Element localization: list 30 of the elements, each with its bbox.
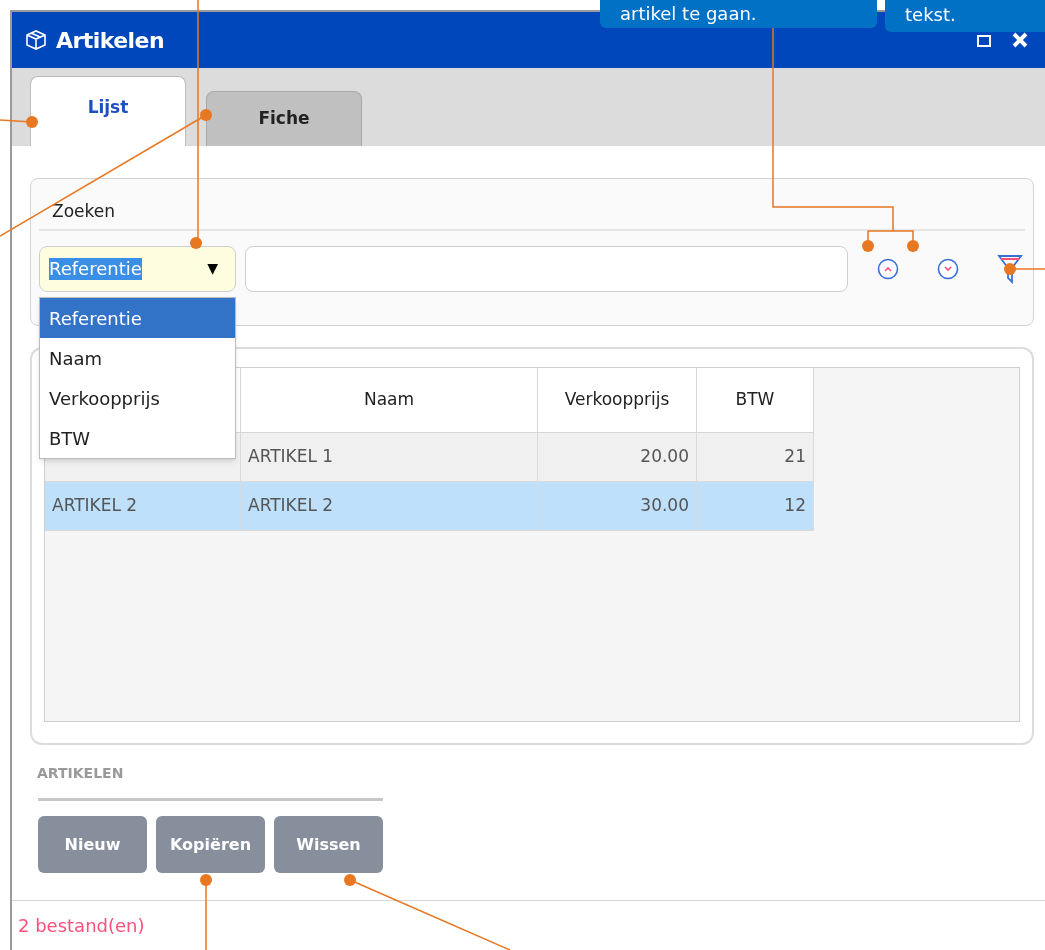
column-header[interactable]: BTW: [697, 368, 814, 433]
next-icon[interactable]: [937, 257, 959, 280]
window-title: Artikelen: [56, 26, 165, 55]
column-header[interactable]: Naam: [241, 368, 538, 433]
callout-pointer: [1004, 263, 1045, 275]
callout-text: tekst.: [905, 4, 956, 26]
table-cell: ARTIKEL 2: [241, 482, 538, 531]
box-icon: [24, 28, 48, 52]
dropdown-option[interactable]: Verkoopprijs: [40, 378, 235, 418]
previous-icon[interactable]: [877, 257, 899, 280]
maximize-icon[interactable]: [977, 33, 991, 47]
table-cell: 12: [697, 482, 814, 531]
field-select[interactable]: Referentie ▼: [39, 245, 236, 292]
dropdown-option[interactable]: Naam: [40, 338, 235, 378]
callout-text: artikel te gaan.: [620, 3, 757, 25]
search-field[interactable]: [245, 245, 848, 292]
tab[interactable]: Fiche: [206, 91, 362, 146]
select-value: Referentie: [49, 257, 142, 280]
tab[interactable]: Lijst: [30, 76, 186, 146]
dropdown-arrow: ▼: [207, 259, 218, 278]
filter-icon[interactable]: [997, 253, 1023, 284]
column-header[interactable]: Verkoopprijs: [538, 368, 697, 433]
status-text: 2 bestand(en): [18, 914, 145, 938]
close-icon[interactable]: [1011, 31, 1029, 49]
table-cell: ARTIKEL 2: [45, 482, 241, 531]
dropdown-option[interactable]: Referentie: [40, 298, 235, 338]
table-row[interactable]: ARTIKEL 2 ARTIKEL 2 30.00 12: [45, 482, 814, 531]
section-title: ARTIKELEN: [37, 764, 125, 783]
search-label: Zoeken: [39, 199, 1025, 231]
table-cell: 30.00: [538, 482, 697, 531]
